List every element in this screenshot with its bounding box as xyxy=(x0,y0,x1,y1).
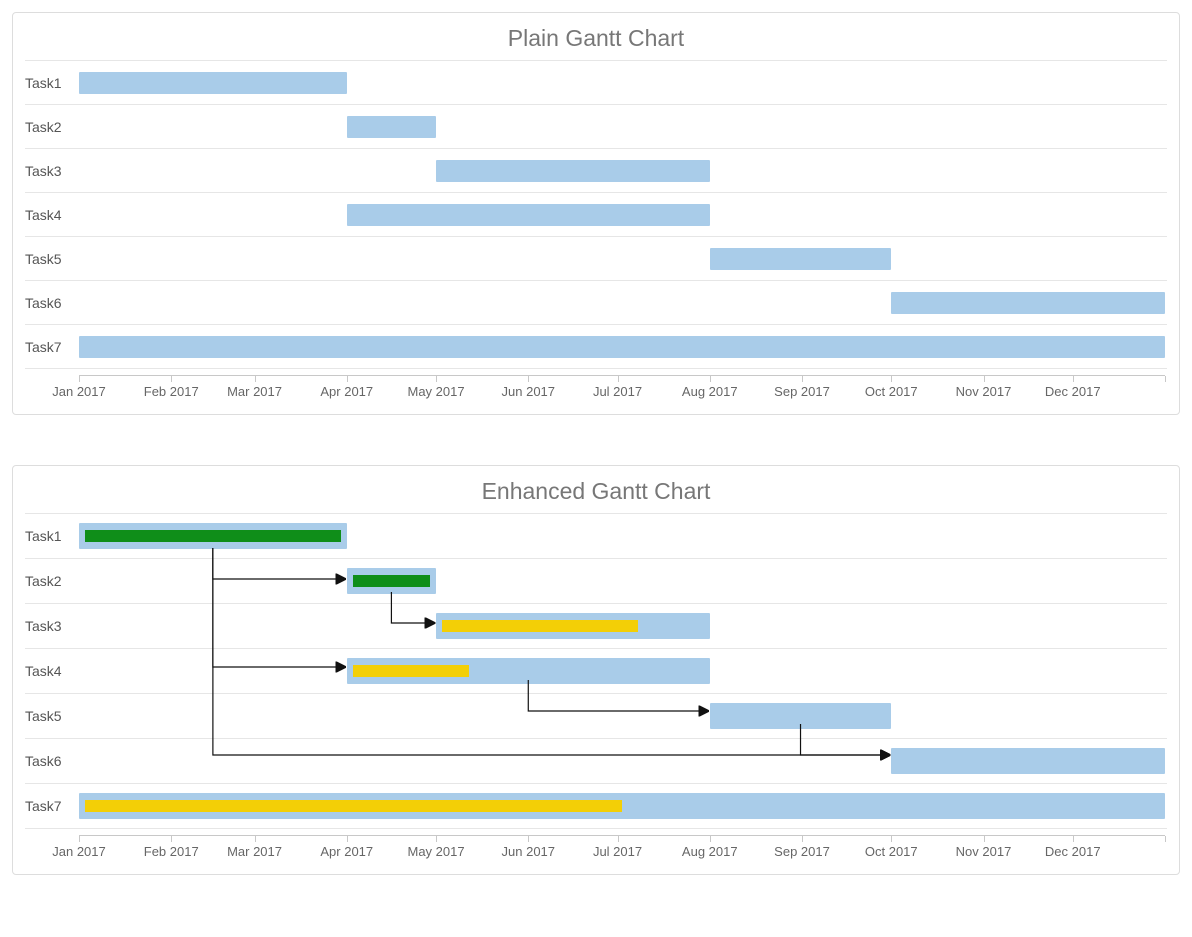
axis-label: Aug 2017 xyxy=(682,844,738,859)
task-label: Task6 xyxy=(25,753,79,769)
gantt-row: Task6 xyxy=(25,281,1167,325)
enhanced-gantt-chart: Task1 Task2 Task3 Task4 Task5 Task6 Task7 Jan 2… xyxy=(25,513,1167,862)
axis-label: Dec 2017 xyxy=(1045,384,1101,399)
plain-gantt-card: Plain Gantt Chart Task1Task2Task3Task4Ta… xyxy=(12,12,1180,415)
axis-label: Mar 2017 xyxy=(227,844,282,859)
task-label: Task5 xyxy=(25,708,79,724)
axis-label: Apr 2017 xyxy=(320,844,373,859)
axis-label: Jan 2017 xyxy=(52,384,106,399)
task-bar[interactable] xyxy=(347,116,436,138)
task-label: Task3 xyxy=(25,618,79,634)
dependency-arrows xyxy=(79,513,1165,821)
gantt-row: Task1 xyxy=(25,60,1167,105)
axis-label: Sep 2017 xyxy=(774,844,830,859)
axis-label: Sep 2017 xyxy=(774,384,830,399)
axis-label: Jul 2017 xyxy=(593,844,642,859)
axis-label: Dec 2017 xyxy=(1045,844,1101,859)
time-axis: Jan 2017Feb 2017Mar 2017Apr 2017May 2017… xyxy=(79,375,1165,402)
axis-label: Feb 2017 xyxy=(144,384,199,399)
task-bar[interactable] xyxy=(79,72,347,94)
axis-label: May 2017 xyxy=(407,384,464,399)
task-bar[interactable] xyxy=(710,248,891,270)
task-label: Task7 xyxy=(25,798,79,814)
gantt-row: Task7 xyxy=(25,325,1167,369)
task-label: Task4 xyxy=(25,663,79,679)
task-label: Task4 xyxy=(25,207,79,223)
axis-label: Oct 2017 xyxy=(865,844,918,859)
axis-label: Feb 2017 xyxy=(144,844,199,859)
task-bar[interactable] xyxy=(436,160,710,182)
axis-label: May 2017 xyxy=(407,844,464,859)
axis-label: Oct 2017 xyxy=(865,384,918,399)
axis-label: Jun 2017 xyxy=(502,384,556,399)
axis-label: Aug 2017 xyxy=(682,384,738,399)
task-label: Task1 xyxy=(25,75,79,91)
task-bar[interactable] xyxy=(891,292,1165,314)
task-label: Task2 xyxy=(25,119,79,135)
gantt-row: Task3 xyxy=(25,149,1167,193)
axis-label: Jun 2017 xyxy=(502,844,556,859)
task-label: Task1 xyxy=(25,528,79,544)
axis-label: Nov 2017 xyxy=(956,844,1012,859)
axis-label: Mar 2017 xyxy=(227,384,282,399)
time-axis: Jan 2017Feb 2017Mar 2017Apr 2017May 2017… xyxy=(79,835,1165,862)
task-bar[interactable] xyxy=(347,204,710,226)
axis-label: Apr 2017 xyxy=(320,384,373,399)
task-label: Task7 xyxy=(25,339,79,355)
gantt-row: Task5 xyxy=(25,237,1167,281)
plain-gantt-chart: Task1 Task2 Task3 Task4 Task5 Task6 Task7 Jan 2… xyxy=(25,60,1167,402)
gantt-row: Task2 xyxy=(25,105,1167,149)
axis-label: Jan 2017 xyxy=(52,844,106,859)
task-label: Task3 xyxy=(25,163,79,179)
task-label: Task2 xyxy=(25,573,79,589)
axis-label: Jul 2017 xyxy=(593,384,642,399)
chart-title: Plain Gantt Chart xyxy=(25,25,1167,52)
task-label: Task6 xyxy=(25,295,79,311)
task-bar[interactable] xyxy=(79,336,1165,358)
task-label: Task5 xyxy=(25,251,79,267)
enhanced-gantt-card: Enhanced Gantt Chart Task1Task2Task3Task… xyxy=(12,465,1180,875)
axis-label: Nov 2017 xyxy=(956,384,1012,399)
chart-title: Enhanced Gantt Chart xyxy=(25,478,1167,505)
gantt-row: Task4 xyxy=(25,193,1167,237)
